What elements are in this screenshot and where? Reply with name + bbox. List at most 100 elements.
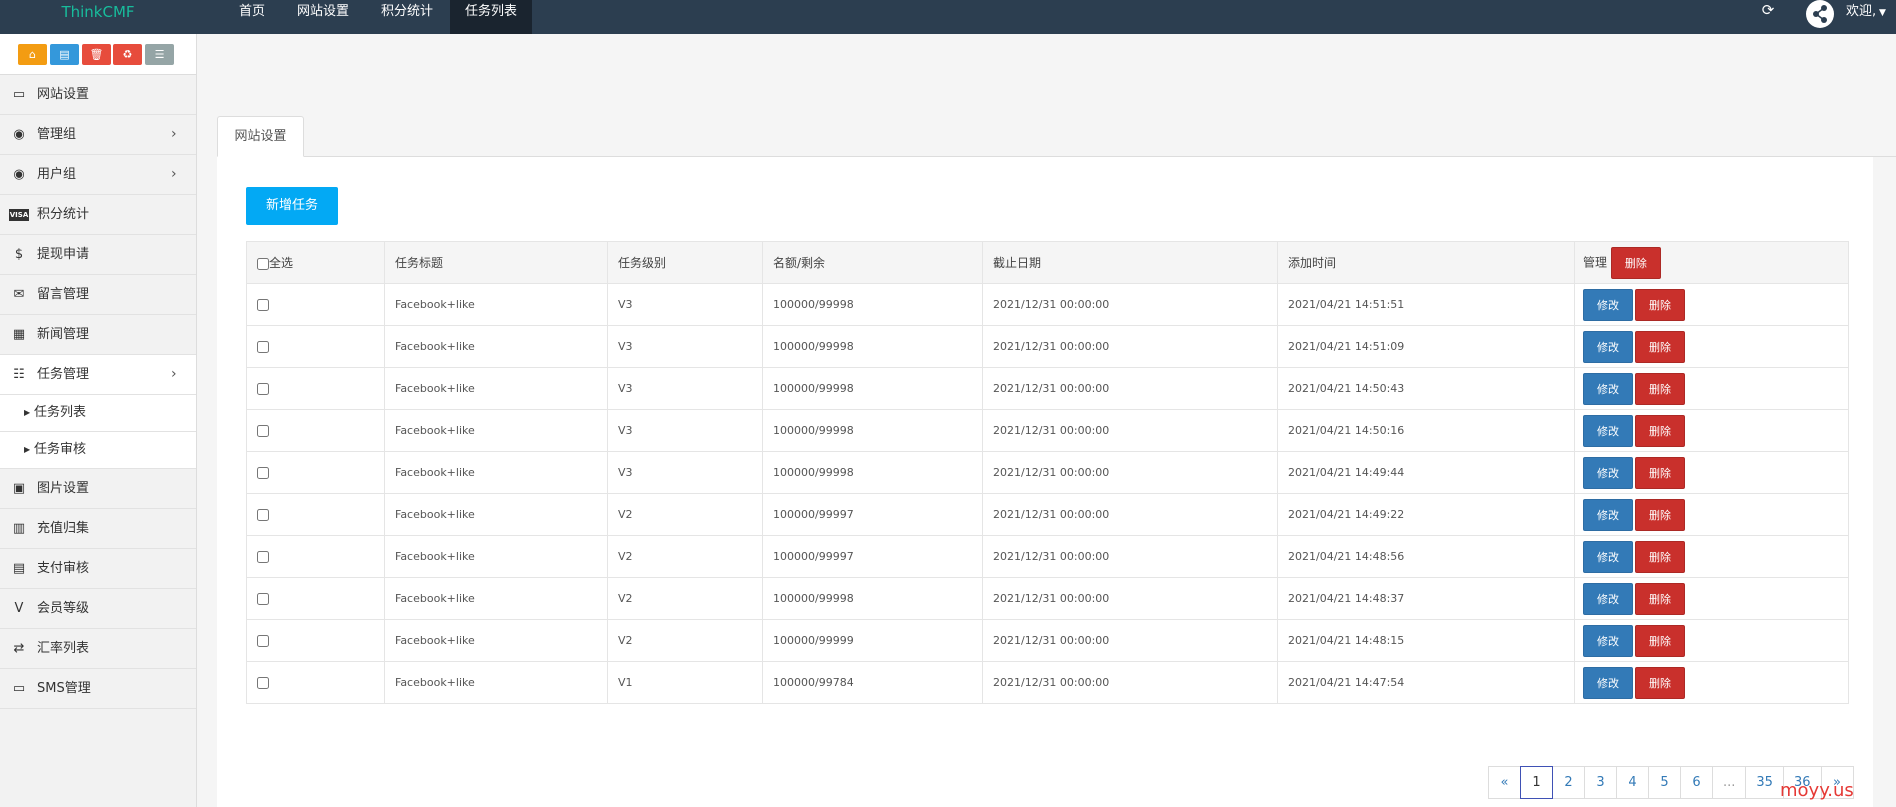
row-checkbox[interactable]	[257, 383, 269, 395]
delete-button[interactable]: 删除	[1635, 414, 1685, 447]
delete-button[interactable]: 删除	[1635, 372, 1685, 405]
delete-button[interactable]: 删除	[1635, 498, 1685, 531]
top-nav-item[interactable]: 积分统计	[366, 0, 448, 34]
edit-button[interactable]: 修改	[1583, 456, 1633, 489]
edit-button[interactable]: 修改	[1583, 540, 1633, 573]
page-35[interactable]: 35	[1745, 766, 1784, 799]
avatar[interactable]	[1806, 0, 1834, 28]
file-quick-button[interactable]: ▤	[50, 44, 79, 65]
sidebar-item[interactable]: ◉ 用户组 ›	[0, 155, 196, 195]
add-task-button[interactable]: 新增任务	[246, 187, 338, 225]
sidebar-item[interactable]: ▭ SMS管理	[0, 669, 196, 709]
sidebar-item[interactable]: ⇄ 汇率列表	[0, 629, 196, 669]
top-nav-item[interactable]: 首页	[224, 0, 280, 34]
recycle-quick-button[interactable]: ♻	[113, 44, 142, 65]
page-5[interactable]: 5	[1648, 766, 1681, 799]
main-content: 网站设置 新增任务 全选 任务标题 任务级别 名额/剩余 截止日期 添加时间 管…	[197, 34, 1896, 807]
edit-button[interactable]: 修改	[1583, 330, 1633, 363]
brand-logo[interactable]: ThinkCMF	[0, 0, 196, 34]
task-table: 全选 任务标题 任务级别 名额/剩余 截止日期 添加时间 管理 删除 Faceb…	[246, 241, 1849, 704]
sidebar-item[interactable]: V 会员等级	[0, 589, 196, 629]
vine-icon: V	[14, 601, 24, 616]
page-3[interactable]: 3	[1584, 766, 1617, 799]
prev-page-button[interactable]: «	[1488, 766, 1521, 799]
row-checkbox[interactable]	[257, 677, 269, 689]
trash-quick-button[interactable]: 🗑	[82, 44, 111, 65]
user-menu[interactable]: 欢迎, ▼	[1846, 0, 1886, 24]
sidebar-item[interactable]: ▭ 网站设置	[0, 75, 196, 115]
cell-added: 2021/04/21 14:51:51	[1277, 283, 1575, 326]
home-quick-button[interactable]: ⌂	[18, 44, 47, 65]
watermark: moyy.us	[1780, 780, 1854, 801]
delete-button[interactable]: 删除	[1635, 540, 1685, 573]
page-2[interactable]: 2	[1552, 766, 1585, 799]
monitor-icon: ▭	[12, 681, 26, 696]
cell-actions: 修改 删除	[1574, 325, 1849, 368]
list-quick-button[interactable]: ☰	[145, 44, 174, 65]
trash-icon: 🗑	[89, 48, 104, 61]
row-select-cell	[246, 409, 385, 452]
row-checkbox[interactable]	[257, 509, 269, 521]
batch-delete-button[interactable]: 删除	[1610, 246, 1661, 279]
delete-button[interactable]: 删除	[1635, 456, 1685, 489]
sidebar-item[interactable]: $ 提现申请	[0, 235, 196, 275]
sidebar-item-label: 图片设置	[37, 481, 90, 496]
sidebar-item[interactable]: ◉ 管理组 ›	[0, 115, 196, 155]
row-checkbox[interactable]	[257, 299, 269, 311]
delete-button[interactable]: 删除	[1635, 288, 1685, 321]
sidebar-subitem[interactable]: ▶ 任务审核	[0, 432, 196, 469]
newspaper-icon: ▦	[12, 327, 26, 342]
sidebar-item[interactable]: ▦ 新闻管理	[0, 315, 196, 355]
table-row: Facebook+like V1 100000/99784 2021/12/31 00…	[246, 661, 1849, 704]
sidebar-item[interactable]: VISA 积分统计	[0, 195, 196, 235]
visa-icon: VISA	[9, 209, 29, 221]
row-checkbox[interactable]	[257, 593, 269, 605]
row-checkbox[interactable]	[257, 467, 269, 479]
top-bar: ThinkCMF 首页 网站设置 积分统计 任务列表 ⟳ 欢迎, ▼	[0, 0, 1896, 34]
header-added: 添加时间	[1277, 241, 1575, 284]
sidebar-item[interactable]: ☷ 任务管理 ›	[0, 355, 196, 395]
cell-quota: 100000/99998	[762, 577, 983, 620]
sidebar-item[interactable]: ✉ 留言管理	[0, 275, 196, 315]
edit-button[interactable]: 修改	[1583, 666, 1633, 699]
row-checkbox[interactable]	[257, 635, 269, 647]
cell-deadline: 2021/12/31 00:00:00	[982, 409, 1278, 452]
share-icon	[1807, 1, 1833, 27]
edit-button[interactable]: 修改	[1583, 624, 1633, 657]
select-all-checkbox[interactable]	[257, 257, 269, 270]
edit-button[interactable]: 修改	[1583, 498, 1633, 531]
sidebar-item[interactable]: ▣ 图片设置	[0, 469, 196, 509]
sidebar-item[interactable]: ▥ 充值归集	[0, 509, 196, 549]
delete-button[interactable]: 删除	[1635, 330, 1685, 363]
cell-deadline: 2021/12/31 00:00:00	[982, 325, 1278, 368]
cell-title: Facebook+like	[384, 409, 608, 452]
cell-level: V2	[607, 493, 763, 536]
delete-button[interactable]: 删除	[1635, 666, 1685, 699]
row-select-cell	[246, 577, 385, 620]
edit-button[interactable]: 修改	[1583, 582, 1633, 615]
sidebar-subitem[interactable]: ▶ 任务列表	[0, 395, 196, 432]
row-select-cell	[246, 325, 385, 368]
cell-added: 2021/04/21 14:47:54	[1277, 661, 1575, 704]
refresh-icon[interactable]: ⟳	[1760, 2, 1776, 18]
delete-button[interactable]: 删除	[1635, 624, 1685, 657]
top-nav-item[interactable]: 网站设置	[282, 0, 364, 34]
tab-site-settings[interactable]: 网站设置	[217, 116, 304, 157]
page-6[interactable]: 6	[1680, 766, 1713, 799]
edit-button[interactable]: 修改	[1583, 288, 1633, 321]
cell-actions: 修改 删除	[1574, 661, 1849, 704]
sidebar-item[interactable]: ▤ 支付审核	[0, 549, 196, 589]
delete-button[interactable]: 删除	[1635, 582, 1685, 615]
page-4[interactable]: 4	[1616, 766, 1649, 799]
image-icon: ▣	[12, 481, 26, 496]
page-1[interactable]: 1	[1520, 766, 1553, 799]
edit-button[interactable]: 修改	[1583, 414, 1633, 447]
row-checkbox[interactable]	[257, 425, 269, 437]
caret-right-icon: ▶	[24, 445, 31, 454]
top-nav-item[interactable]: 任务列表	[450, 0, 533, 34]
row-checkbox[interactable]	[257, 551, 269, 563]
sidebar-item-label: 网站设置	[37, 87, 90, 102]
row-checkbox[interactable]	[257, 341, 269, 353]
edit-button[interactable]: 修改	[1583, 372, 1633, 405]
cell-added: 2021/04/21 14:51:09	[1277, 325, 1575, 368]
